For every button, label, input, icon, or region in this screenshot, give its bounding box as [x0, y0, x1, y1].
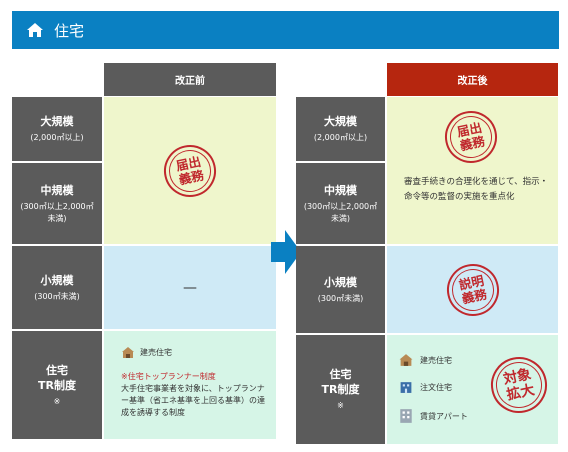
after-tr-cell: 建売住宅 注文住宅 賃貸アパート 対象 拡大 — [387, 335, 558, 444]
stamp-line: 届出 — [174, 153, 203, 174]
row-title-line2: TR制度 — [321, 383, 360, 396]
row-subtitle: (2,000㎡以上) — [30, 133, 84, 142]
row-subtitle: (300㎡未満) — [34, 291, 80, 301]
stamp-line: 義務 — [460, 285, 488, 306]
stamp-line: 義務 — [177, 166, 206, 187]
before-row-medium: 中規模 (300㎡以上2,000㎡未満) — [12, 163, 102, 244]
notification-obligation-stamp: 届出 義務 — [440, 106, 502, 168]
tr-item-row: 建売住宅 — [121, 346, 172, 359]
tr-item-label: 注文住宅 — [420, 382, 452, 392]
tr-item-label: 建売住宅 — [420, 355, 452, 365]
row-note: ※ — [337, 401, 344, 410]
row-subtitle: (300㎡以上2,000㎡未満) — [20, 201, 94, 223]
tr-item-row: 賃貸アパート — [398, 408, 468, 424]
row-title-line1: 住宅 — [329, 368, 352, 381]
explanation-obligation-stamp: 説明 義務 — [441, 258, 504, 321]
tr-item-row: 建売住宅 — [398, 353, 452, 367]
before-row-large: 大規模 (2,000㎡以上) — [12, 97, 102, 161]
row-title: 小規模 — [40, 273, 74, 287]
stamp-line: 説明 — [457, 272, 485, 293]
notification-obligation-stamp: 届出 義務 — [159, 139, 221, 202]
row-title: 大規模 — [324, 115, 357, 128]
section-header: 住宅 — [12, 11, 559, 49]
row-title: 中規模 — [324, 183, 357, 197]
tr-red-note: ※住宅トップランナー制度 — [121, 372, 216, 381]
after-column-header: 改正後 — [387, 63, 558, 96]
before-row-tr: 住宅 TR制度 ※ — [12, 331, 102, 439]
row-title-line2: TR制度 — [38, 378, 76, 392]
tr-description: 大手住宅事業者を対象に、トップランナー基準（省エネ基準を上回る基準）の達成を誘導… — [121, 384, 265, 417]
after-row-small: 小規模 (300㎡未満) — [296, 246, 385, 333]
stamp-line: 届出 — [455, 119, 484, 140]
scope-expansion-stamp: 対象 拡大 — [485, 351, 553, 419]
section-title: 住宅 — [54, 21, 85, 40]
tr-item-row: 注文住宅 — [398, 380, 452, 394]
before-tr-cell: 建売住宅 ※住宅トップランナー制度 大手住宅事業者を対象に、トップランナー基準（… — [104, 331, 276, 439]
supervision-text: 審査手続きの合理化を通じて、指示・命令等の監督の実施を重点化 — [404, 177, 549, 202]
detached-house-icon — [122, 347, 134, 358]
before-large-medium-cell: 届出 義務 — [104, 97, 276, 244]
before-column-title: 改正前 — [175, 76, 205, 87]
after-column-title: 改正後 — [457, 76, 488, 87]
before-column-header: 改正前 — [104, 63, 276, 96]
row-subtitle: (300㎡以上2,000㎡未満) — [303, 201, 378, 223]
detached-house-icon — [399, 354, 413, 366]
before-row-small: 小規模 (300㎡未満) — [12, 246, 102, 329]
stamp-line: 対象 — [501, 366, 533, 388]
after-large-medium-cell: 届出 義務 審査手続きの合理化を通じて、指示・命令等の監督の実施を重点化 — [387, 97, 558, 244]
row-title-line1: 住宅 — [46, 363, 68, 377]
row-title: 小規模 — [324, 275, 357, 289]
after-small-cell: 説明 義務 — [387, 246, 558, 333]
custom-house-icon — [400, 382, 412, 393]
after-row-medium: 中規模 (300㎡以上2,000㎡未満) — [296, 163, 385, 244]
house-icon — [27, 23, 43, 37]
after-row-tr: 住宅 TR制度 ※ — [296, 335, 385, 444]
stamp-line: 義務 — [458, 133, 487, 154]
tr-item-label: 建売住宅 — [140, 348, 172, 357]
row-subtitle: (2,000㎡以上) — [313, 133, 368, 142]
stamp-line: 拡大 — [505, 382, 537, 404]
tr-item-label: 賃貸アパート — [420, 411, 468, 421]
before-small-cell: — — [104, 246, 276, 329]
row-note: ※ — [53, 396, 61, 406]
row-title: 大規模 — [40, 115, 74, 128]
apartment-icon — [400, 409, 412, 423]
row-title: 中規模 — [40, 183, 74, 197]
empty-dash: — — [183, 279, 197, 296]
row-subtitle: (300㎡未満) — [317, 293, 364, 303]
after-row-large: 大規模 (2,000㎡以上) — [296, 97, 385, 161]
